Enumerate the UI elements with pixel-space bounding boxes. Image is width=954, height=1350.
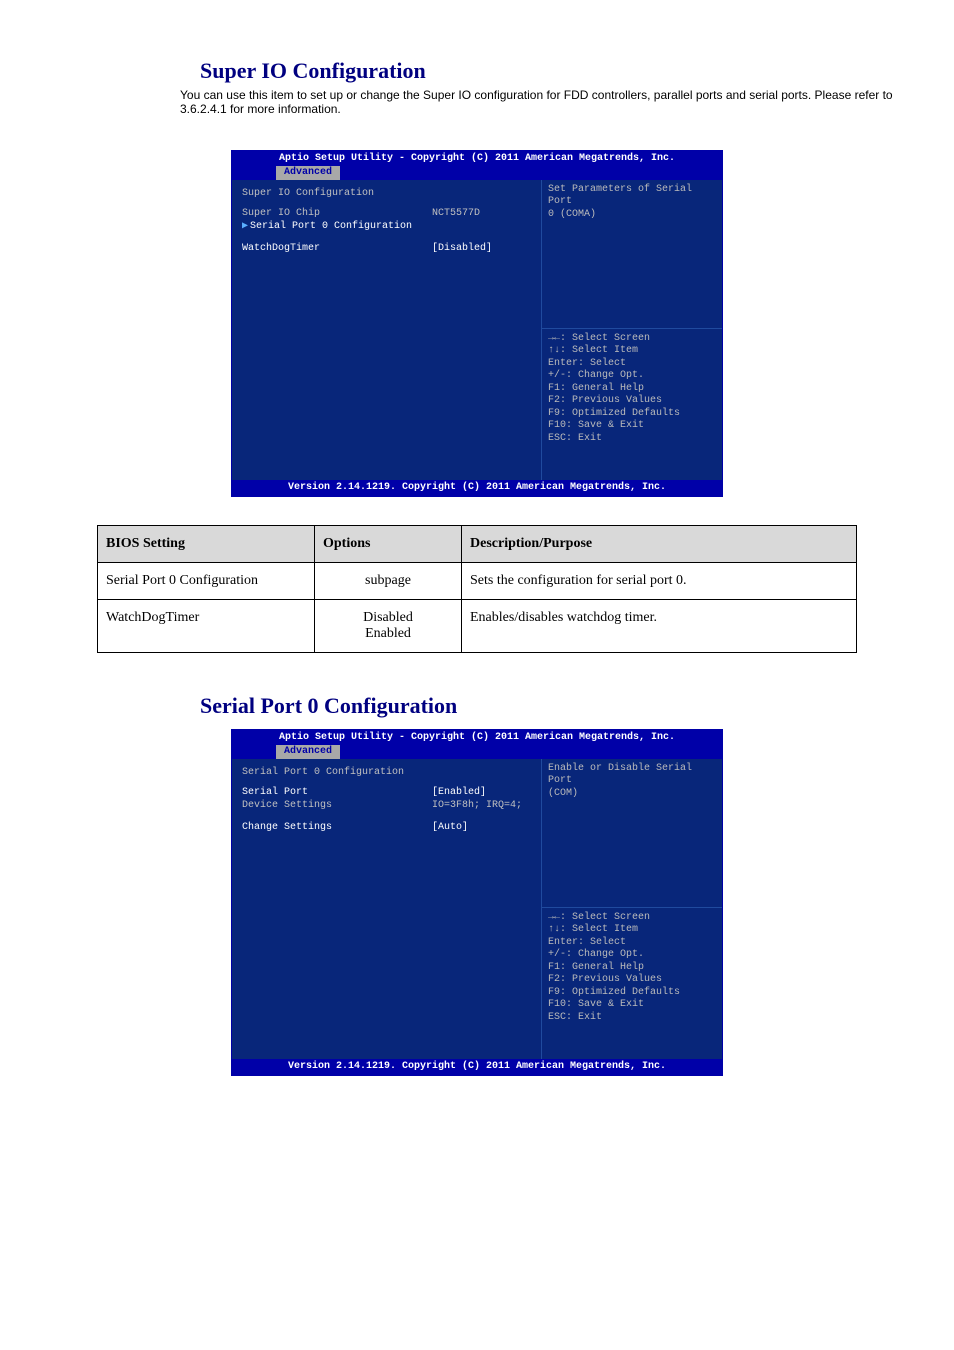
bios-left-header-1: Super IO Configuration [242,188,432,201]
bios-desc-line1: Set Parameters of Serial Port [548,184,716,209]
cell-setting: WatchDogTimer [98,600,315,653]
hint-line: F10: Save & Exit [548,420,716,433]
watchdog-timer-value[interactable]: [Disabled] [432,243,535,256]
bios-row-value: NCT5577D [432,208,535,221]
bios-desc-line1: Enable or Disable Serial Port [548,763,716,788]
hint-line: F10: Save & Exit [548,999,716,1012]
change-settings-value[interactable]: [Auto] [432,822,535,835]
bios-options-table: BIOS Setting Options Description/Purpose… [97,525,857,653]
change-settings-item[interactable]: Change Settings [242,822,432,835]
bios-tab-advanced-2[interactable]: Advanced [276,745,340,760]
device-settings-label: Device Settings [242,800,432,813]
bios-desc-line2: 0 (COMA) [548,209,716,222]
th-options: Options [315,526,462,563]
bios-desc-1: Set Parameters of Serial Port 0 (COMA) [542,180,722,328]
th-desc: Description/Purpose [462,526,857,563]
bios-tabrow-1: Advanced [232,166,722,180]
table-row: Serial Port 0 Configuration subpage Sets… [98,563,857,600]
cell-desc: Enables/disables watchdog timer. [462,600,857,653]
hint-line: →←: Select Screen [548,912,716,925]
bios-footer-1: Version 2.14.1219. Copyright (C) 2011 Am… [232,480,722,497]
bios-tab-advanced[interactable]: Advanced [276,166,340,181]
hint-line: F1: General Help [548,962,716,975]
bios-hints-2: →←: Select Screen ↑↓: Select Item Enter:… [542,907,722,1055]
table-row: WatchDogTimer Disabled Enabled Enables/d… [98,600,857,653]
hint-line: +/-: Change Opt. [548,949,716,962]
hint-line: ESC: Exit [548,1012,716,1025]
hint-line: +/-: Change Opt. [548,370,716,383]
cell-desc: Sets the configuration for serial port 0… [462,563,857,600]
hint-line: ↑↓: Select Item [548,924,716,937]
hint-line: F1: General Help [548,383,716,396]
serial-port-item[interactable]: Serial Port [242,787,432,800]
watchdog-timer-item[interactable]: WatchDogTimer [242,243,432,256]
serial-port-value[interactable]: [Enabled] [432,787,535,800]
th-setting: BIOS Setting [98,526,315,563]
bios-left-header-2: Serial Port 0 Configuration [242,767,432,780]
bios-tabrow-2: Advanced [232,745,722,759]
bios-footer-2: Version 2.14.1219. Copyright (C) 2011 Am… [232,1059,722,1076]
cell-options: subpage [315,563,462,600]
cell-setting: Serial Port 0 Configuration [98,563,315,600]
hint-line: Enter: Select [548,937,716,950]
device-settings-value: IO=3F8h; IRQ=4; [432,800,535,813]
hint-line: ↑↓: Select Item [548,345,716,358]
bios-desc-2: Enable or Disable Serial Port (COM) [542,759,722,907]
bios-title-2: Aptio Setup Utility - Copyright (C) 2011… [232,730,722,745]
hint-line: F2: Previous Values [548,974,716,987]
bios-row-label: Super IO Chip [242,208,432,221]
bios-desc-line2: (COM) [548,788,716,801]
bios-left-pane-1: Super IO Configuration Super IO Chip NCT… [232,180,542,480]
section-heading-2: Serial Port 0 Configuration [200,693,894,719]
bios-screenshot-2: Aptio Setup Utility - Copyright (C) 2011… [231,729,723,1076]
submenu-arrow-icon: ▶ [242,221,250,234]
hint-line: F2: Previous Values [548,395,716,408]
bios-screenshot-1: Aptio Setup Utility - Copyright (C) 2011… [231,150,723,497]
section-caption-1: You can use this item to set up or chang… [180,88,894,116]
hint-line: F9: Optimized Defaults [548,987,716,1000]
hint-line: →←: Select Screen [548,333,716,346]
bios-hints-1: →←: Select Screen ↑↓: Select Item Enter:… [542,328,722,476]
bios-left-pane-2: Serial Port 0 Configuration Serial Port … [232,759,542,1059]
cell-options: Disabled Enabled [315,600,462,653]
bios-title-1: Aptio Setup Utility - Copyright (C) 2011… [232,151,722,166]
hint-line: F9: Optimized Defaults [548,408,716,421]
section-heading-1: Super IO Configuration [200,58,894,84]
hint-line: ESC: Exit [548,433,716,446]
hint-line: Enter: Select [548,358,716,371]
serial-port-0-config-item[interactable]: Serial Port 0 Configuration [250,221,432,234]
